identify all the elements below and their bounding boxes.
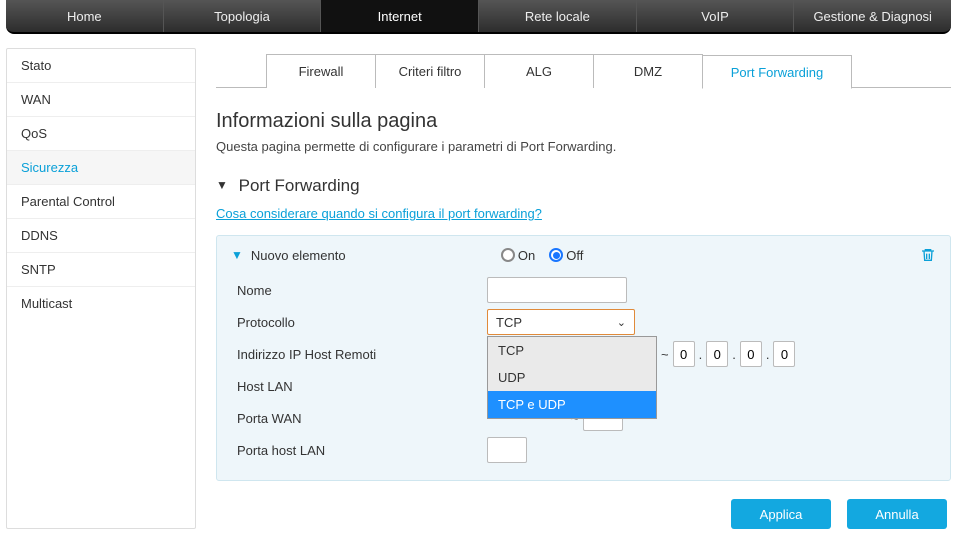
label-nome: Nome [237,283,487,298]
radio-on-circle[interactable] [501,248,515,262]
label-protocollo: Protocollo [237,315,487,330]
radio-off-circle[interactable] [549,248,563,262]
section-title-text: Port Forwarding [239,176,360,195]
sidebar-item-parental-control[interactable]: Parental Control [7,185,195,219]
page-title: Informazioni sulla pagina [216,110,951,133]
tab-dmz[interactable]: DMZ [593,54,703,88]
tab-alg[interactable]: ALG [484,54,594,88]
nav-internet[interactable]: Internet [321,0,479,32]
top-nav: Home Topologia Internet Rete locale VoIP… [6,0,951,34]
action-buttons: Applica Annulla [216,499,951,529]
new-element-panel: ▼ Nuovo elemento On Off [216,235,951,481]
tab-port-forwarding[interactable]: Port Forwarding [702,55,852,89]
nav-rete-locale[interactable]: Rete locale [479,0,637,32]
nav-gestione-diagnosi[interactable]: Gestione & Diagnosi [794,0,951,32]
sidebar-item-stato[interactable]: Stato [7,49,195,83]
chevron-down-icon[interactable]: ▼ [231,248,243,262]
sidebar-item-ddns[interactable]: DDNS [7,219,195,253]
subtabs: Firewall Criteri filtro ALG DMZ Port For… [216,48,951,88]
label-ip-remoti: Indirizzo IP Host Remoti [237,347,487,362]
radio-off[interactable]: Off [549,248,583,263]
chevron-down-icon: ⌄ [617,316,626,329]
select-protocollo-dropdown: TCP UDP TCP e UDP [487,336,657,419]
sidebar-item-multicast[interactable]: Multicast [7,287,195,320]
ip2-oct4[interactable] [773,341,795,367]
input-nome[interactable] [487,277,627,303]
dot-sep: . [699,347,703,362]
ip2-oct1[interactable] [673,341,695,367]
sidebar-item-qos[interactable]: QoS [7,117,195,151]
select-protocollo[interactable]: TCP ⌄ TCP UDP TCP e UDP [487,309,635,335]
select-protocollo-value: TCP [496,315,522,330]
label-porta-wan: Porta WAN [237,411,487,426]
option-tcp-e-udp[interactable]: TCP e UDP [488,391,656,418]
option-tcp[interactable]: TCP [488,337,656,364]
ip2-oct2[interactable] [706,341,728,367]
radio-on[interactable]: On [501,248,535,263]
option-udp[interactable]: UDP [488,364,656,391]
sidebar-item-wan[interactable]: WAN [7,83,195,117]
ip2-oct3[interactable] [740,341,762,367]
label-porta-host-lan: Porta host LAN [237,443,487,458]
help-link[interactable]: Cosa considerare quando si configura il … [216,206,542,221]
porta-host-lan-input[interactable] [487,437,527,463]
section-heading[interactable]: ▼ Port Forwarding [216,176,951,196]
nav-topologia[interactable]: Topologia [164,0,322,32]
tab-criteri-filtro[interactable]: Criteri filtro [375,54,485,88]
nav-home[interactable]: Home [6,0,164,32]
dot-sep: . [732,347,736,362]
radio-on-label: On [518,248,535,263]
sidebar-item-sicurezza[interactable]: Sicurezza [7,151,195,185]
radio-off-label: Off [566,248,583,263]
chevron-down-icon: ▼ [216,178,228,192]
apply-button[interactable]: Applica [731,499,831,529]
dot-sep: . [766,347,770,362]
page-description: Questa pagina permette di configurare i … [216,139,951,154]
new-element-label: Nuovo elemento [251,248,501,263]
trash-icon[interactable] [920,246,936,267]
sidebar-item-sntp[interactable]: SNTP [7,253,195,287]
tab-firewall[interactable]: Firewall [266,54,376,88]
cancel-button[interactable]: Annulla [847,499,947,529]
label-host-lan: Host LAN [237,379,487,394]
main-content: Firewall Criteri filtro ALG DMZ Port For… [196,48,951,529]
tilde-sep: ~ [661,347,669,362]
nav-voip[interactable]: VoIP [637,0,795,32]
sidebar: Stato WAN QoS Sicurezza Parental Control… [6,48,196,529]
enable-radio-group: On Off [501,248,583,263]
